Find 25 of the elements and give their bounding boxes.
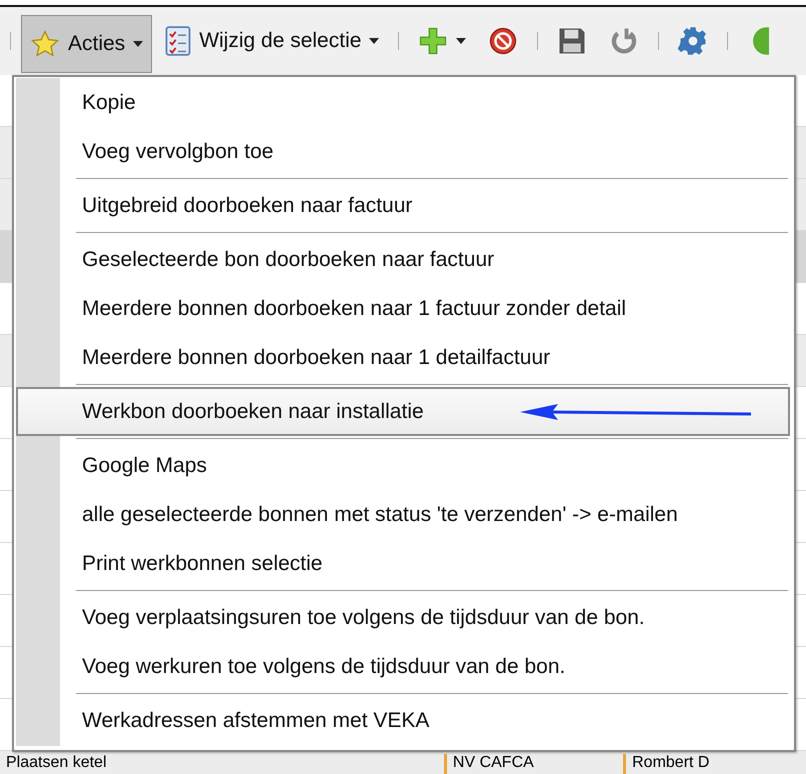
menu-item[interactable]: Print werkbonnen selectie — [16, 539, 792, 588]
table-cell-text: Plaatsen ketel — [5, 754, 108, 773]
menu-item[interactable]: Kopie — [16, 78, 792, 127]
toolbar-button[interactable]: Wijzig de selectie — [156, 12, 388, 70]
caret-icon — [369, 38, 380, 44]
settings-icon — [678, 26, 708, 56]
plus-icon — [418, 26, 448, 56]
menu-item[interactable]: Voeg verplaatsingsuren toe volgens de tijdsduur van de bon. — [16, 593, 792, 642]
caret-icon — [133, 41, 144, 47]
star-icon — [30, 29, 60, 59]
menu-item[interactable]: Geselecteerde bon doorboeken naar factuur — [16, 235, 792, 284]
save-icon — [557, 26, 588, 56]
toolbar-button[interactable]: Acties — [21, 15, 152, 73]
menu-item[interactable]: Google Maps — [16, 441, 792, 490]
checklist-icon — [165, 26, 192, 56]
menu-item[interactable]: alle geselecteerde bonnen met status 'te verzenden' -> e-mailen — [16, 490, 792, 539]
menu-item[interactable]: Voeg vervolgbon toe — [16, 127, 792, 176]
menu-item[interactable]: Meerdere bonnen doorboeken naar 1 factuur zonder detail — [16, 284, 792, 333]
forbidden-icon — [488, 26, 518, 56]
menu-item[interactable]: Voeg werkuren toe volgens de tijdsduur van de bon. — [16, 642, 792, 691]
caret-icon — [456, 38, 466, 44]
menu-item[interactable]: Werkbon doorboeken naar installatie — [16, 387, 790, 436]
menu-item[interactable]: Meerdere bonnen doorboeken naar 1 detailfactuur — [16, 333, 792, 382]
menu-item[interactable]: Werkadressen afstemmen met VEKA — [16, 696, 792, 745]
menu-item[interactable]: Uitgebreid doorboeken naar factuur — [16, 181, 792, 230]
